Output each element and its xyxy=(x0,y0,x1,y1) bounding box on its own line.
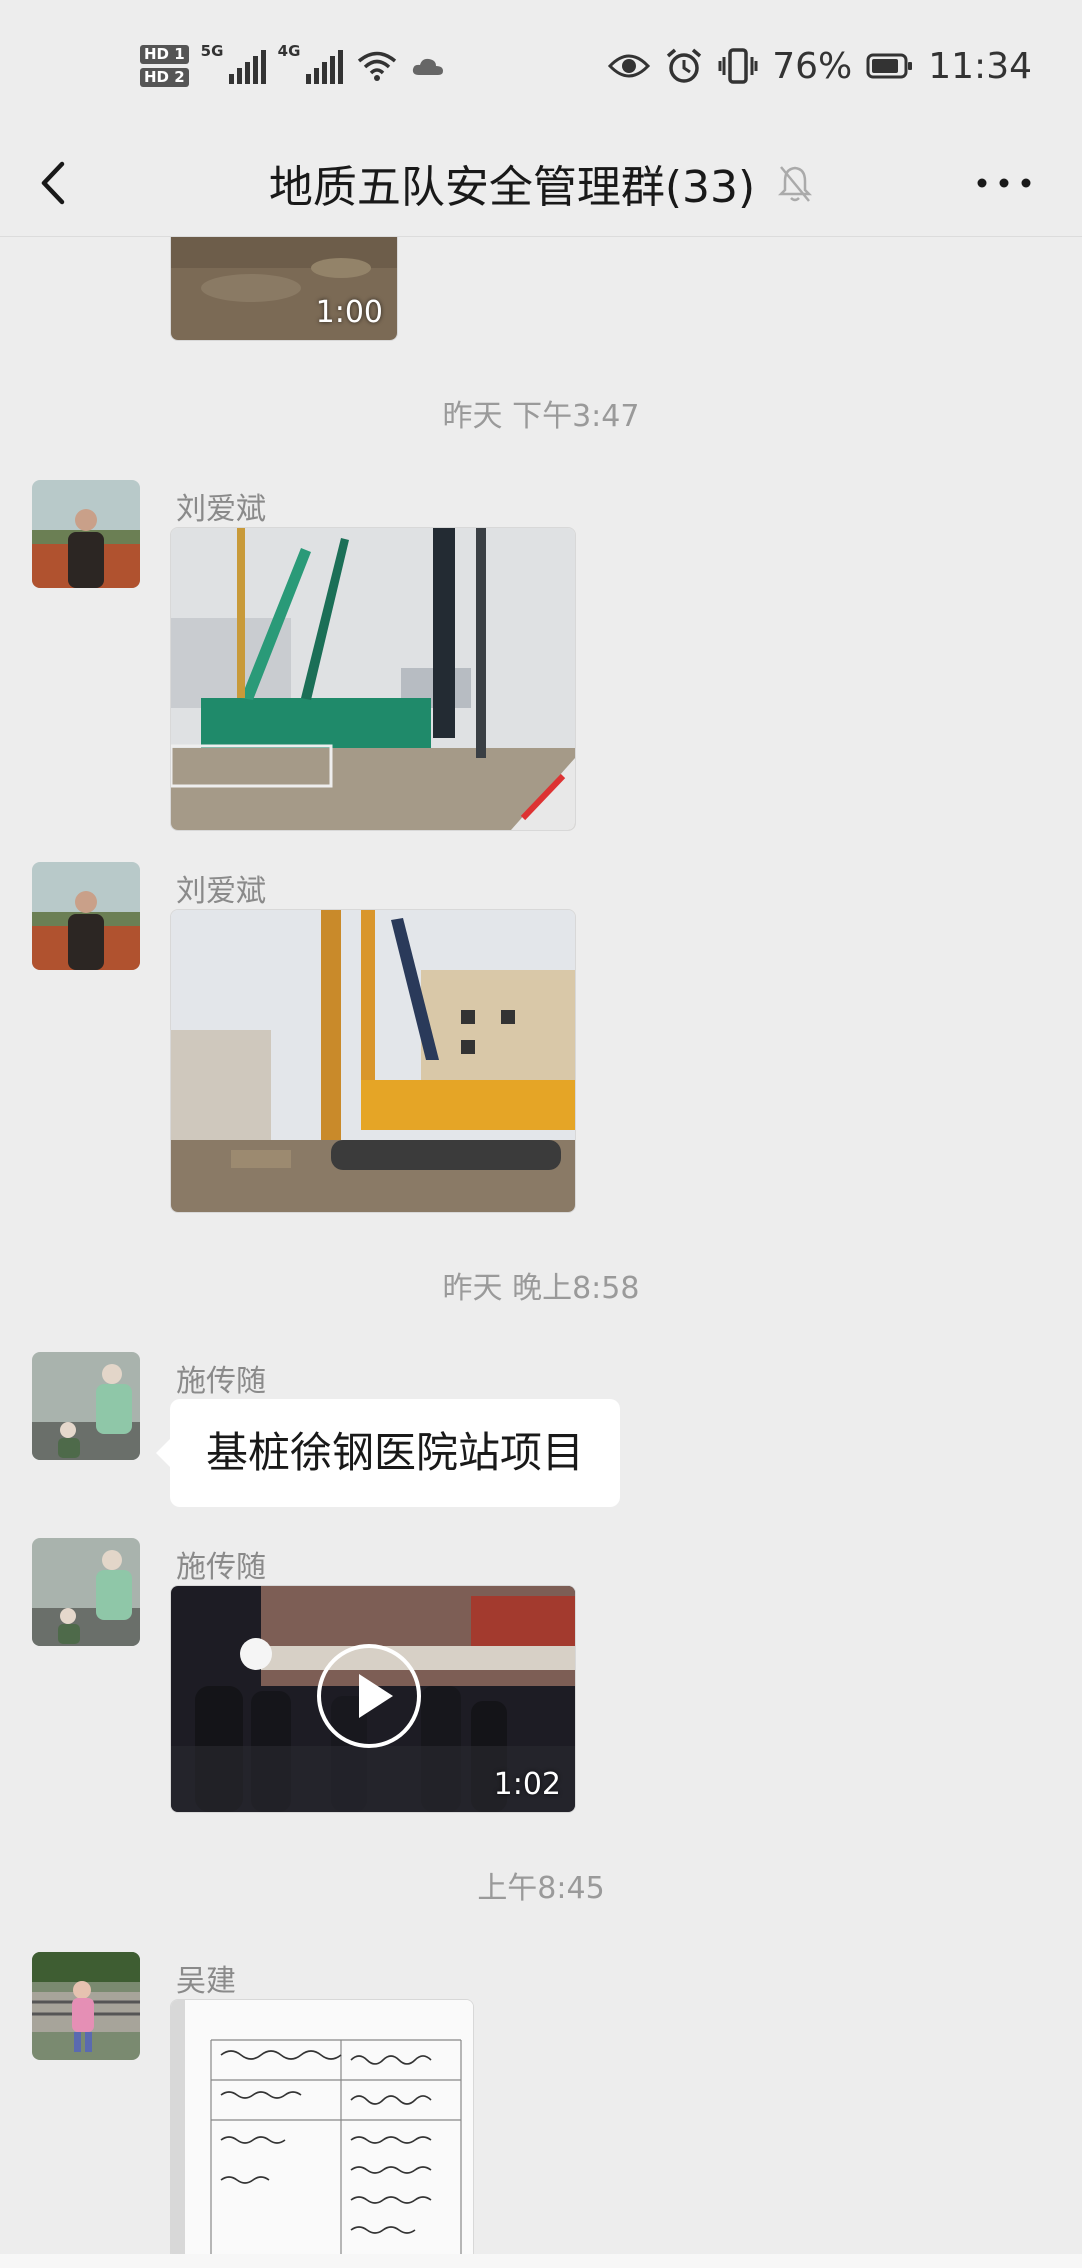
chat-message-list[interactable]: 1:00 昨天 下午3:47 刘爱斌 刘爱斌 昨天 晚上8:58 施传随 基桩徐… xyxy=(0,237,1082,2257)
avatar-image xyxy=(32,1952,140,2060)
wifi-icon xyxy=(357,51,396,81)
status-bar: HD 1 HD 2 5G 4G 76% 11:34 xyxy=(0,0,1082,130)
sender-name: 刘爱斌 xyxy=(176,874,266,909)
sender-name: 吴建 xyxy=(176,1964,236,1999)
avatar[interactable] xyxy=(32,1538,140,1646)
chat-title: 地质五队安全管理群(33) xyxy=(268,162,756,213)
timestamp: 昨天 晚上8:58 xyxy=(442,1271,640,1306)
sim1-badge: HD 1 xyxy=(140,45,189,64)
sender-name: 刘爱斌 xyxy=(176,492,266,527)
image-message[interactable] xyxy=(170,1999,474,2257)
chat-header: 地质五队安全管理群(33) xyxy=(0,130,1082,237)
network-5g-label: 5G xyxy=(200,42,224,60)
construction-photo xyxy=(171,910,575,1212)
play-button-icon[interactable] xyxy=(317,1644,421,1748)
avatar-image xyxy=(32,480,140,588)
alarm-icon xyxy=(667,48,702,83)
system-indicators: 76% 11:34 xyxy=(608,36,1032,96)
sim2-badge: HD 2 xyxy=(140,68,189,87)
avatar-image xyxy=(32,1352,140,1460)
video-message[interactable]: 1:00 xyxy=(170,237,398,341)
video-message[interactable]: 1:02 xyxy=(170,1585,576,1813)
image-message[interactable] xyxy=(170,909,576,1213)
clock: 11:34 xyxy=(928,45,1032,87)
signal-4g-icon: 4G xyxy=(278,42,343,84)
battery-icon xyxy=(866,53,913,79)
avatar[interactable] xyxy=(32,862,140,970)
image-message[interactable] xyxy=(170,527,576,831)
sender-name: 施传随 xyxy=(176,1550,266,1585)
text-message-bubble[interactable]: 基桩徐钢医院站项目 xyxy=(155,1399,621,1507)
network-4g-label: 4G xyxy=(277,42,301,60)
cloud-icon xyxy=(412,58,443,75)
bottom-edge xyxy=(0,2254,1082,2268)
avatar[interactable] xyxy=(32,1352,140,1460)
video-duration: 1:00 xyxy=(315,295,383,330)
more-options-icon[interactable] xyxy=(974,168,1034,198)
chat-title-area: 地质五队安全管理群(33) xyxy=(0,130,1082,236)
avatar[interactable] xyxy=(32,480,140,588)
vibrate-icon xyxy=(718,48,758,84)
mute-bell-icon xyxy=(778,166,813,202)
construction-photo xyxy=(171,528,575,830)
timestamp: 昨天 下午3:47 xyxy=(442,399,640,434)
avatar-image xyxy=(32,862,140,970)
avatar-image xyxy=(32,1538,140,1646)
eye-icon xyxy=(608,54,651,78)
battery-percent: 76% xyxy=(772,45,853,87)
sim-badges: HD 1 HD 2 xyxy=(140,45,189,87)
signal-indicators: HD 1 HD 2 5G 4G xyxy=(140,34,445,98)
video-duration: 1:02 xyxy=(493,1767,561,1802)
sender-name: 施传随 xyxy=(176,1364,266,1399)
signal-5g-icon: 5G xyxy=(201,42,266,84)
handwritten-document-photo xyxy=(171,2000,473,2257)
avatar[interactable] xyxy=(32,1952,140,2060)
timestamp: 上午8:45 xyxy=(477,1871,605,1906)
